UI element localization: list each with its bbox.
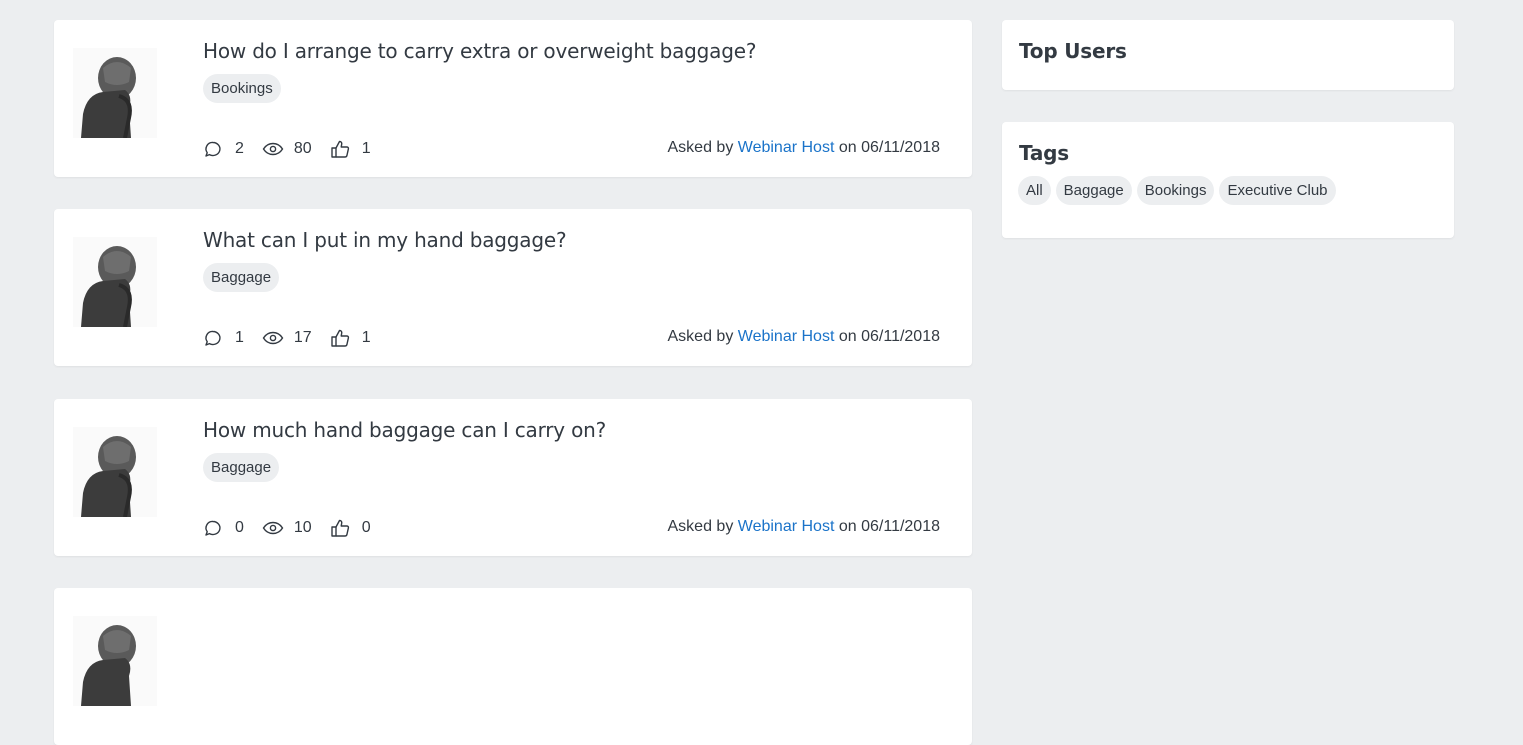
likes-count: 1	[361, 329, 371, 346]
speech-bubble-icon	[203, 139, 223, 159]
question-stats: 2 80 1	[203, 138, 371, 160]
likes-count: 1	[361, 140, 371, 157]
asked-date: 06/11/2018	[861, 518, 940, 535]
question-title[interactable]: What can I put in my hand baggage?	[203, 228, 567, 252]
top-users-panel: Top Users	[1002, 20, 1454, 90]
tag-executive-club[interactable]: Executive Club	[1219, 176, 1336, 205]
question-tag[interactable]: Baggage	[203, 453, 280, 482]
tags-panel: Tags All Baggage Bookings Executive Club	[1002, 122, 1454, 238]
tag-baggage[interactable]: Baggage	[1055, 176, 1132, 205]
eye-icon	[262, 139, 284, 159]
question-tag[interactable]: Baggage	[203, 263, 280, 292]
views-count: 17	[293, 329, 312, 346]
likes-count: 0	[361, 519, 371, 536]
answers-count: 2	[235, 140, 244, 157]
question-card: What can I put in my hand baggage? Bagga…	[54, 209, 972, 366]
eye-icon	[262, 518, 284, 538]
asked-by: Asked by Webinar Host on 06/11/2018	[668, 139, 941, 157]
thumbs-up-icon[interactable]	[330, 518, 350, 538]
thumbs-up-icon[interactable]	[330, 328, 350, 348]
tag-all[interactable]: All	[1018, 176, 1051, 205]
question-tag[interactable]: Bookings	[203, 74, 281, 103]
question-card	[54, 588, 972, 745]
asked-by: Asked by Webinar Host on 06/11/2018	[668, 518, 941, 536]
on-label: on	[838, 328, 857, 345]
avatar[interactable]	[73, 237, 157, 327]
question-card: How much hand baggage can I carry on? Ba…	[54, 399, 972, 556]
author-link[interactable]: Webinar Host	[738, 139, 835, 156]
top-users-title: Top Users	[1019, 39, 1127, 63]
avatar[interactable]	[73, 616, 157, 706]
question-title[interactable]: How do I arrange to carry extra or overw…	[203, 39, 756, 63]
author-link[interactable]: Webinar Host	[738, 518, 835, 535]
asked-by-label: Asked by	[667, 139, 734, 156]
avatar[interactable]	[73, 48, 157, 138]
question-title[interactable]: How much hand baggage can I carry on?	[203, 418, 606, 442]
asked-by-label: Asked by	[667, 328, 734, 345]
question-card: How do I arrange to carry extra or overw…	[54, 20, 972, 177]
views-count: 80	[293, 140, 312, 157]
answers-count: 1	[235, 329, 244, 346]
question-stats: 1 17 1	[203, 327, 371, 349]
asked-date: 06/11/2018	[861, 139, 940, 156]
thumbs-up-icon[interactable]	[330, 139, 350, 159]
speech-bubble-icon	[203, 518, 223, 538]
on-label: on	[838, 139, 857, 156]
tags-list: All Baggage Bookings Executive Club	[1018, 176, 1336, 205]
asked-date: 06/11/2018	[861, 328, 940, 345]
on-label: on	[838, 518, 857, 535]
answers-count: 0	[235, 519, 244, 536]
views-count: 10	[293, 519, 312, 536]
question-stats: 0 10 0	[203, 517, 371, 539]
tags-title: Tags	[1019, 141, 1069, 165]
author-link[interactable]: Webinar Host	[738, 328, 835, 345]
avatar[interactable]	[73, 427, 157, 517]
asked-by-label: Asked by	[667, 518, 734, 535]
eye-icon	[262, 328, 284, 348]
speech-bubble-icon	[203, 328, 223, 348]
asked-by: Asked by Webinar Host on 06/11/2018	[668, 328, 941, 346]
tag-bookings[interactable]: Bookings	[1136, 176, 1215, 205]
